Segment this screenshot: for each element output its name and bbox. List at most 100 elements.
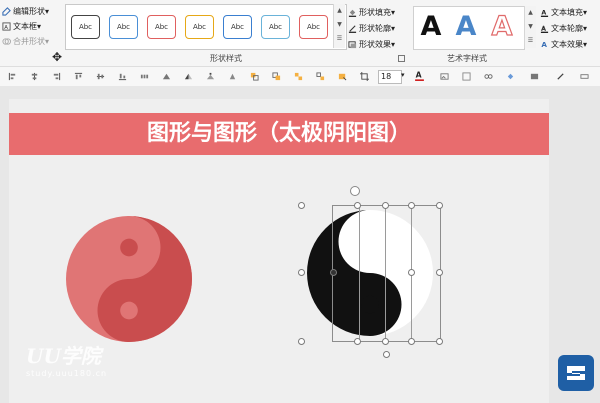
selection-pane-icon[interactable]	[338, 72, 347, 81]
selection-frame[interactable]	[332, 205, 441, 342]
edit-shape-label: 编辑形状	[13, 7, 45, 16]
ribbon: 编辑形状 ▾ A 文本框 ▾ 合并形状 ▾ ✥ Abc Abc Abc Abc Abc…	[0, 0, 600, 66]
gallery-scroll[interactable]: ▲ ▼ ☰	[333, 4, 345, 48]
more-options-icon[interactable]	[580, 72, 589, 81]
resize-handle[interactable]	[382, 202, 389, 209]
scroll-down-icon[interactable]: ▼	[334, 18, 345, 32]
svg-text:A: A	[541, 40, 547, 49]
watermark-sub-text: study.uuu180.cn	[26, 369, 108, 378]
resize-handle[interactable]	[408, 269, 415, 276]
wordart-scroll[interactable]: ▲ ▼ ☰	[524, 6, 536, 48]
drawing-toolbar: 18 ▾ A	[0, 66, 600, 88]
watermark: UU学院 study.uuu180.cn	[26, 340, 107, 378]
shape-style-thumb[interactable]: Abc	[223, 15, 252, 39]
font-color-icon[interactable]: A	[414, 70, 425, 81]
shape-effects-icon	[348, 40, 357, 48]
text-outline-icon: A	[540, 25, 549, 33]
merge-shapes-button[interactable]: 合并形状 ▾	[0, 34, 60, 49]
ungroup-icon[interactable]	[316, 72, 325, 81]
crop-icon[interactable]	[360, 72, 369, 81]
resize-handle[interactable]	[298, 269, 305, 276]
merge-shapes-icon	[2, 38, 11, 45]
shape-fill-button[interactable]: 形状填充 ▾	[348, 4, 412, 20]
shape-style-gallery: Abc Abc Abc Abc Abc Abc Abc	[65, 4, 347, 50]
shape-options: 形状填充 ▾ 形状轮廓 ▾ 形状效果 ▾	[348, 4, 412, 52]
send-backward-icon[interactable]	[272, 72, 281, 81]
resize-handle[interactable]	[354, 338, 361, 345]
shape-gallery-icon[interactable]	[530, 72, 539, 81]
text-fill-button[interactable]: A 文本填充 ▾	[540, 4, 600, 20]
shape-style-thumb[interactable]: Abc	[261, 15, 290, 39]
resize-handle[interactable]	[436, 338, 443, 345]
picture-icon[interactable]	[440, 72, 449, 81]
edit-shape-icon	[2, 7, 11, 16]
resize-handle[interactable]	[408, 338, 415, 345]
outline-pen-icon[interactable]	[556, 72, 565, 81]
textbox-button[interactable]: A 文本框 ▾	[0, 19, 60, 34]
title-banner[interactable]: 图形与图形（太极阴阳图）	[9, 113, 549, 155]
text-options: A 文本填充 ▾ A 文本轮廓 ▾ A 文本效果 ▾	[540, 4, 600, 52]
shape-style-thumb[interactable]: Abc	[299, 15, 328, 39]
text-direction-icon[interactable]	[462, 72, 471, 81]
text-effects-button[interactable]: A 文本效果 ▾	[540, 36, 600, 52]
shape-style-thumb[interactable]: Abc	[185, 15, 214, 39]
fill-bucket-icon[interactable]	[506, 72, 515, 81]
resize-handle[interactable]	[382, 338, 389, 345]
rotate-bottom-handle[interactable]	[383, 351, 390, 358]
align-left-icon[interactable]	[8, 72, 17, 81]
wordart-style-blue[interactable]: A	[452, 11, 480, 42]
shape-effects-button[interactable]: 形状效果 ▾	[348, 36, 412, 52]
shape-fill-icon	[348, 9, 357, 17]
text-effects-icon: A	[541, 40, 547, 49]
wordart-style-red-outline[interactable]: A	[488, 10, 516, 42]
corner-logo-icon	[558, 355, 594, 391]
text-outline-button[interactable]: A 文本轮廓 ▾	[540, 20, 600, 36]
font-size-dropdown-icon[interactable]: ▾	[401, 71, 405, 79]
scroll-up-icon[interactable]: ▲	[334, 4, 345, 18]
resize-handle[interactable]	[330, 269, 337, 276]
watermark-main-text: UU学院	[26, 344, 101, 368]
gallery-more-icon[interactable]: ☰	[334, 32, 345, 46]
align-middle-icon[interactable]	[96, 72, 105, 81]
shape-style-thumb[interactable]: Abc	[147, 15, 176, 39]
edit-shape-button[interactable]: 编辑形状 ▾	[0, 4, 60, 19]
align-top-icon[interactable]	[74, 72, 83, 81]
resize-handle[interactable]	[298, 202, 305, 209]
wordart-style-black[interactable]: A	[417, 11, 445, 42]
resize-handle[interactable]	[436, 202, 443, 209]
flip-icon[interactable]	[184, 72, 193, 81]
gallery-more-icon[interactable]: ☰	[525, 34, 536, 48]
distribute-vertical-icon[interactable]	[162, 72, 171, 81]
resize-handle[interactable]	[436, 269, 443, 276]
resize-handle[interactable]	[354, 202, 361, 209]
svg-text:A: A	[416, 71, 422, 80]
shape-style-thumb[interactable]: Abc	[71, 15, 100, 39]
group-icon[interactable]	[294, 72, 303, 81]
textbox-label: 文本框	[13, 22, 37, 31]
resize-handle[interactable]	[298, 338, 305, 345]
merge-shapes-label: 合并形状	[13, 37, 45, 46]
triangle-icon[interactable]	[228, 72, 237, 81]
align-right-icon[interactable]	[52, 72, 61, 81]
scroll-up-icon[interactable]: ▲	[525, 6, 536, 20]
align-center-icon[interactable]	[30, 72, 39, 81]
bring-forward-icon[interactable]	[250, 72, 259, 81]
red-yin-yang-shape[interactable]	[66, 216, 192, 342]
svg-text:A: A	[541, 9, 546, 16]
guide-line	[359, 205, 360, 340]
distribute-horizontal-icon[interactable]	[140, 72, 149, 81]
guide-line	[385, 205, 386, 340]
shape-styles-launcher-icon[interactable]	[398, 55, 405, 62]
font-size-input[interactable]: 18	[378, 70, 402, 84]
scroll-down-icon[interactable]: ▼	[525, 20, 536, 34]
shape-outline-button[interactable]: 形状轮廓 ▾	[348, 20, 412, 36]
shape-styles-group-label: 形状样式	[210, 54, 242, 63]
text-fill-icon: A	[540, 9, 549, 17]
resize-handle[interactable]	[408, 202, 415, 209]
link-icon[interactable]	[484, 72, 493, 81]
rotate-icon[interactable]	[206, 72, 215, 81]
rotate-handle-icon[interactable]	[350, 186, 360, 196]
align-bottom-icon[interactable]	[118, 72, 127, 81]
shape-style-thumb[interactable]: Abc	[109, 15, 138, 39]
slide-title[interactable]: 图形与图形（太极阴阳图）	[9, 113, 549, 155]
